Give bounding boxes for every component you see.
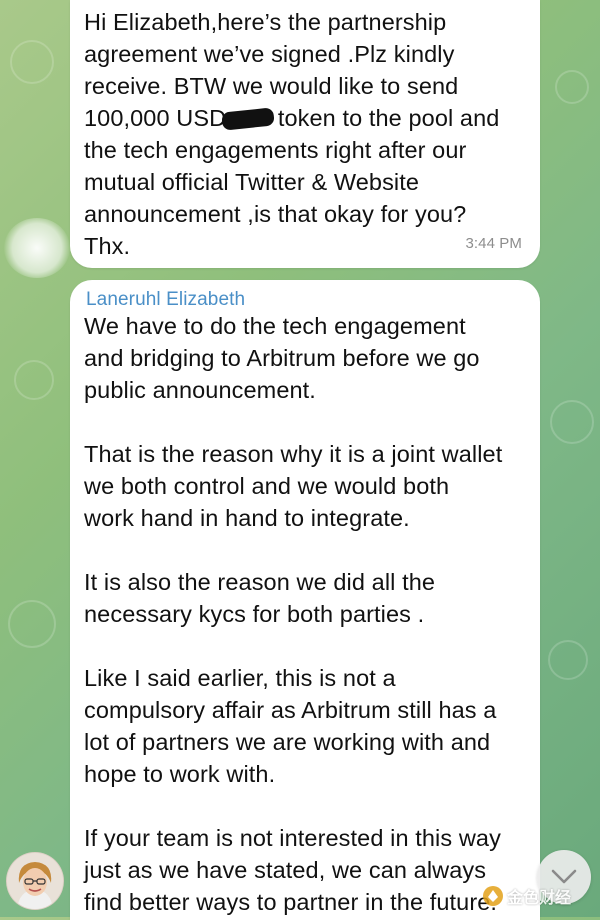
avatar[interactable]	[6, 852, 64, 910]
watermark-logo-icon	[483, 886, 503, 906]
message-timestamp: 3:44 PM	[465, 235, 522, 252]
message-text: Hi Elizabeth,here’s the partnership agre…	[84, 9, 500, 259]
background-doodle	[555, 70, 589, 104]
redaction-blur	[4, 218, 70, 278]
message-bubble-incoming[interactable]: Hi Elizabeth,here’s the partnership agre…	[70, 0, 540, 268]
watermark: 金色财经	[482, 882, 571, 910]
background-doodle	[550, 400, 594, 444]
background-doodle	[14, 360, 54, 400]
profile-photo	[7, 853, 63, 909]
background-doodle	[548, 640, 588, 680]
watermark-text: 金色财经	[507, 890, 572, 907]
background-doodle	[10, 40, 54, 84]
redaction-mark	[221, 107, 276, 131]
message-text: We have to do the tech engagement and br…	[84, 313, 503, 915]
message-bubble-reply[interactable]: Laneruhl Elizabeth We have to do the tec…	[70, 280, 540, 920]
background-doodle	[8, 600, 56, 648]
